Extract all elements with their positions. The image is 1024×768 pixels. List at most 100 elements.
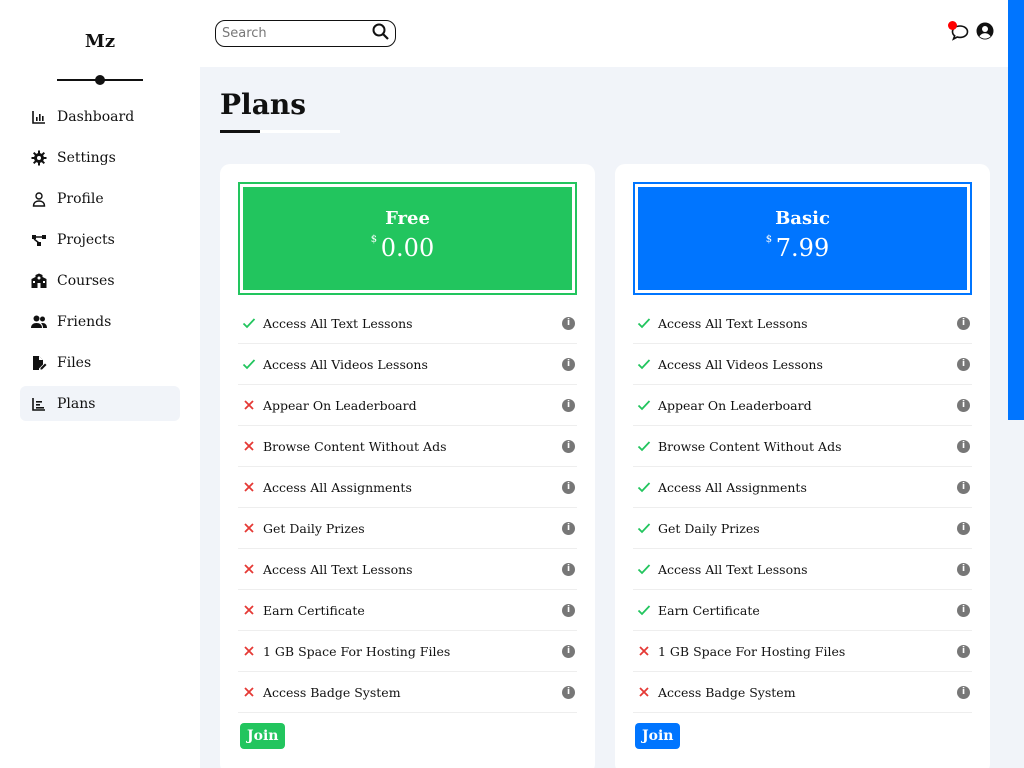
info-icon[interactable]: i [562,603,575,617]
currency-symbol: $ [765,234,773,245]
feature-item: Browse Content Without Ads i [238,426,577,467]
page-title: Plans [220,88,306,121]
sidebar-item-projects[interactable]: Projects [20,222,180,257]
plan-card-basic: Basic $7.99 Access All Text Lessons i Acce… [615,164,990,768]
feature-label: Access All Assignments [658,479,807,495]
school-icon [31,273,47,289]
scrollbar-thumb[interactable] [1008,0,1024,420]
logo-divider [57,74,143,86]
sidebar-item-files[interactable]: Files [20,345,180,380]
sidebar-item-plans[interactable]: Plans [20,386,180,421]
check-icon [242,357,256,371]
feature-item: Get Daily Prizes i [238,508,577,549]
feature-label: Appear On Leaderboard [658,397,812,413]
check-icon [637,439,651,453]
info-icon[interactable]: i [957,480,970,494]
header-icons [948,21,994,44]
info-icon[interactable]: i [957,398,970,412]
feature-list: Access All Text Lessons i Access All Video… [633,303,972,713]
currency-symbol: $ [370,234,378,245]
info-icon[interactable]: i [957,357,970,371]
info-icon[interactable]: i [562,562,575,576]
sidebar-item-dashboard[interactable]: Dashboard [20,99,180,134]
sidebar-item-settings[interactable]: Settings [20,140,180,175]
feature-item: Access All Videos Lessons i [238,344,577,385]
info-icon[interactable]: i [562,644,575,658]
sidebar-item-label: Projects [57,231,115,248]
sidebar-item-courses[interactable]: Courses [20,263,180,298]
check-icon [637,480,651,494]
info-icon[interactable]: i [957,439,970,453]
plan-price: $7.99 [766,234,830,262]
info-icon[interactable]: i [562,316,575,330]
feature-label: 1 GB Space For Hosting Files [263,643,451,659]
price-value: 7.99 [775,234,830,262]
info-icon[interactable]: i [957,316,970,330]
sidebar: Mz Dashboard Settings Profile Projects C… [0,0,200,768]
search-icon[interactable] [372,23,389,44]
sidebar-item-label: Files [57,354,92,371]
user-circle-icon[interactable] [976,22,994,44]
search-input[interactable] [222,26,372,41]
check-icon [242,316,256,330]
feature-item: 1 GB Space For Hosting Files i [633,631,972,672]
check-icon [637,316,651,330]
feature-item: Access Badge System i [238,672,577,713]
info-icon[interactable]: i [957,562,970,576]
gear-icon [31,150,47,166]
sidebar-item-profile[interactable]: Profile [20,181,180,216]
title-underline [220,130,340,133]
info-icon[interactable]: i [957,521,970,535]
feature-item: Browse Content Without Ads i [633,426,972,467]
check-icon [637,398,651,412]
info-icon[interactable]: i [957,685,970,699]
plan-price: $0.00 [371,234,435,262]
cross-icon [242,644,256,658]
info-icon[interactable]: i [562,480,575,494]
chart-icon [31,109,47,125]
sidebar-item-label: Courses [57,272,115,289]
cross-icon [242,398,256,412]
cross-icon [242,685,256,699]
notification-button[interactable] [948,21,970,43]
feature-item: Access Badge System i [633,672,972,713]
sidebar-nav: Dashboard Settings Profile Projects Cour… [0,99,200,421]
sidebar-item-friends[interactable]: Friends [20,304,180,339]
check-icon [637,357,651,371]
check-icon [637,521,651,535]
cross-icon [242,480,256,494]
info-icon[interactable]: i [562,439,575,453]
info-icon[interactable]: i [957,644,970,658]
feature-item: Access All Videos Lessons i [633,344,972,385]
sidebar-item-label: Plans [57,395,96,412]
info-icon[interactable]: i [562,357,575,371]
price-value: 0.00 [380,234,435,262]
plan-name: Basic [775,208,830,229]
info-icon[interactable]: i [562,398,575,412]
plan-name: Free [385,208,430,229]
info-icon[interactable]: i [562,685,575,699]
plan-header: Free $0.00 [238,182,577,295]
join-button[interactable]: Join [635,723,681,749]
cross-icon [637,644,651,658]
top-header [200,0,1008,67]
cross-icon [242,521,256,535]
search-box [215,20,396,47]
feature-label: Access All Videos Lessons [263,356,428,372]
feature-label: Appear On Leaderboard [263,397,417,413]
join-button[interactable]: Join [240,723,286,749]
feature-label: Access Badge System [658,684,796,700]
info-icon[interactable]: i [562,521,575,535]
feature-label: Access All Assignments [263,479,412,495]
feature-label: Access All Videos Lessons [658,356,823,372]
info-icon[interactable]: i [957,603,970,617]
feature-item: Access All Text Lessons i [633,549,972,590]
notification-dot [948,21,957,30]
feature-item: Appear On Leaderboard i [633,385,972,426]
feature-label: Access All Text Lessons [263,315,413,331]
sidebar-item-label: Profile [57,190,104,207]
sidebar-item-label: Friends [57,313,112,330]
check-icon [637,603,651,617]
feature-label: Browse Content Without Ads [658,438,842,454]
cross-icon [242,603,256,617]
